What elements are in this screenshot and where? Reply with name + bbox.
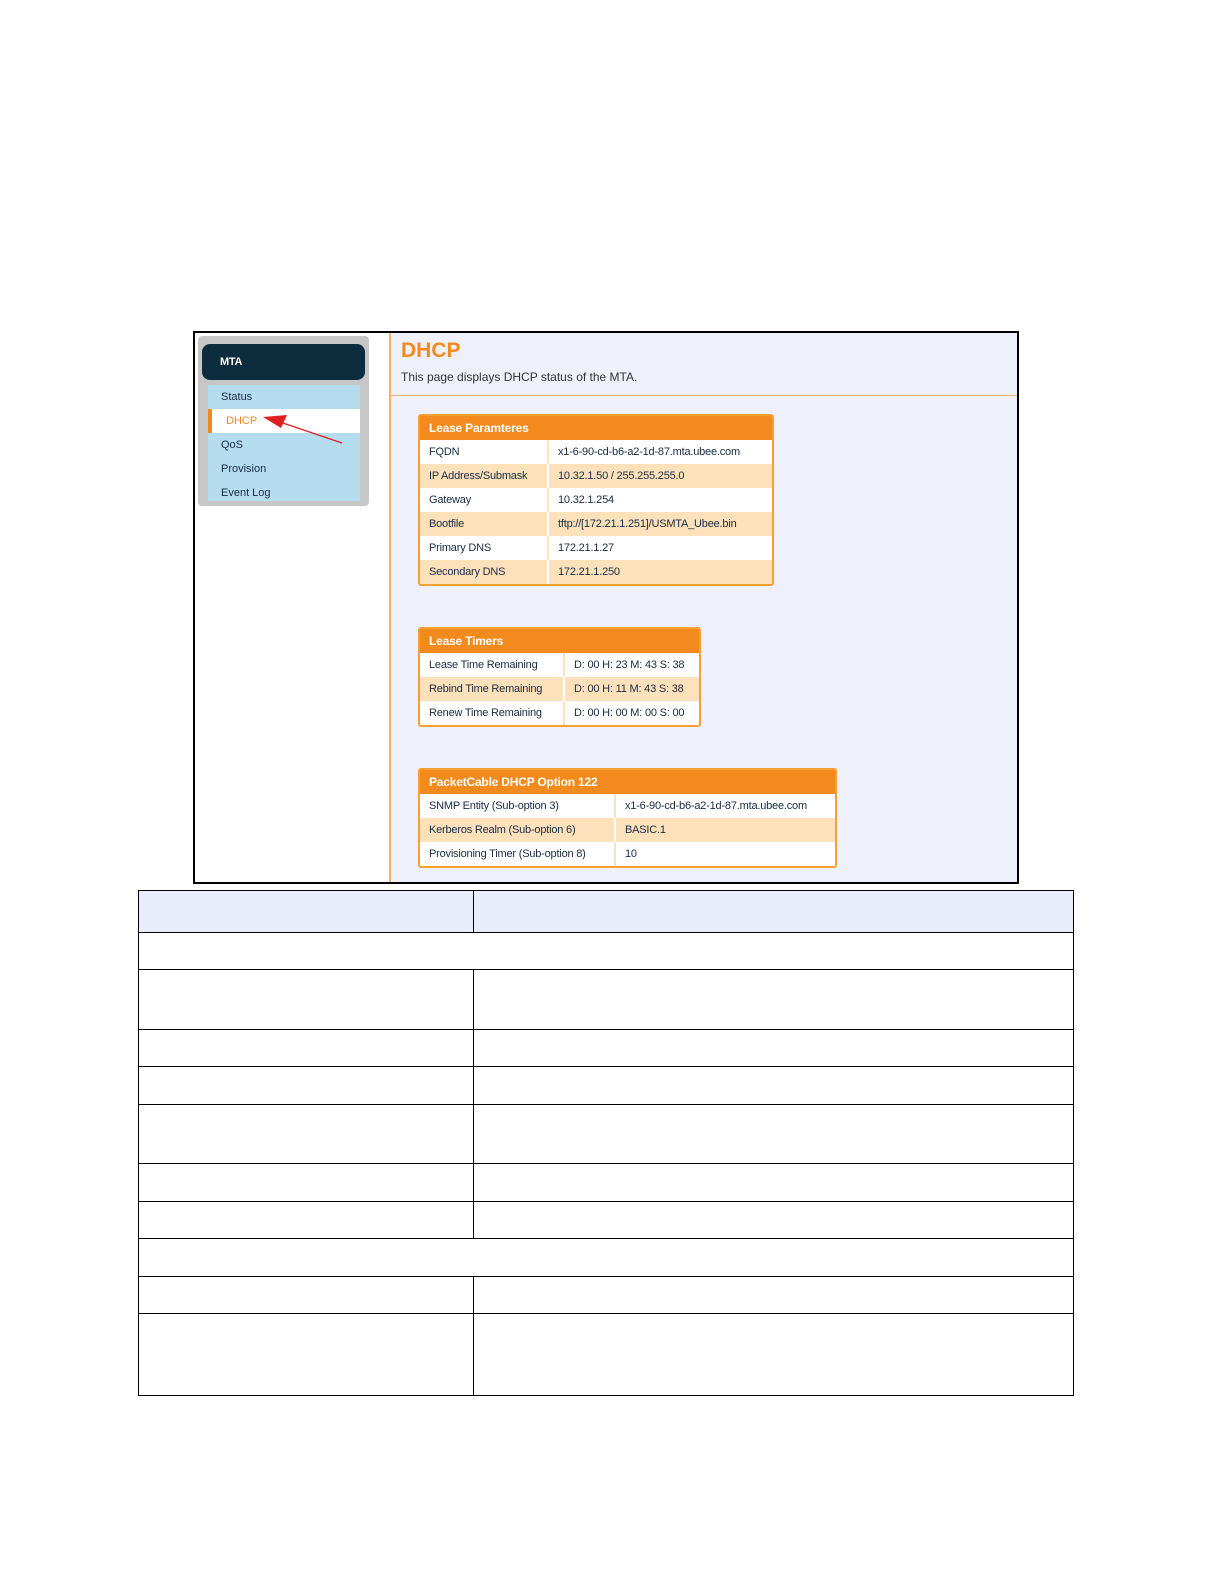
panel-title: PacketCable DHCP Option 122 [420,770,835,794]
row-value: tftp://[172.21.1.251]/USMTA_Ubee.bin [548,512,772,536]
table-row: Lease Time Remaining D: 00 H: 23 M: 43 S… [420,653,699,677]
section-cell [138,1238,1074,1277]
row-label: Gateway [420,488,549,512]
row-value: x1-6-90-cd-b6-a2-1d-87.mta.ubee.com [558,446,740,458]
row-label: Rebind Time Remaining [420,677,565,701]
panel-title: Lease Timers [420,629,699,653]
table-row [138,1066,1074,1105]
lease-timers-panel: Lease Timers Lease Time Remaining D: 00 … [418,627,701,727]
table-cell [138,1104,474,1164]
row-label: Primary DNS [420,536,549,560]
sidebar: MTA Status DHCP QoS Provision Event Log [198,336,369,506]
header-cell [473,890,1074,933]
row-label: Secondary DNS [420,560,549,584]
row-value: BASIC.1 [615,818,835,842]
row-value: D: 00 H: 11 M: 43 S: 38 [564,677,699,701]
document-table [138,890,1074,1396]
section-row [138,932,1074,970]
lease-parameters-table: FQDN x1-6-90-cd-b6-a2-1d-87.mta.ubee.com… [420,440,772,584]
table-header-row [138,890,1074,933]
packetcable-option-panel: PacketCable DHCP Option 122 SNMP Entity … [418,768,837,868]
table-row [138,1276,1074,1314]
table-row: Bootfile tftp://[172.21.1.251]/USMTA_Ube… [420,512,772,536]
table-cell [473,969,1074,1030]
sidebar-menu: Status DHCP QoS Provision Event Log [208,385,360,501]
table-cell [138,1313,474,1396]
section-row [138,1238,1074,1277]
row-value: 172.21.1.250 [548,560,772,584]
row-label: FQDN [420,440,549,464]
row-label: Kerberos Realm (Sub-option 6) [420,818,616,842]
table-row: Rebind Time Remaining D: 00 H: 11 M: 43 … [420,677,699,701]
table-row [138,1313,1074,1396]
table-cell [473,1201,1074,1239]
table-row: Secondary DNS 172.21.1.250 [420,560,772,584]
lease-timers-table: Lease Time Remaining D: 00 H: 23 M: 43 S… [420,653,699,725]
row-label: Bootfile [420,512,549,536]
table-row [138,1201,1074,1239]
table-cell [138,1066,474,1105]
panel-title: Lease Paramteres [420,416,772,440]
row-value: 172.21.1.27 [558,542,614,554]
row-label: Renew Time Remaining [420,701,565,725]
table-row [138,1163,1074,1202]
section-cell [138,932,1074,970]
sidebar-item-event-log[interactable]: Event Log [208,481,360,505]
sidebar-item-status[interactable]: Status [208,385,360,409]
lease-parameters-panel: Lease Paramteres FQDN x1-6-90-cd-b6-a2-1… [418,414,774,586]
row-label: SNMP Entity (Sub-option 3) [420,794,616,818]
row-label: IP Address/Submask [420,464,549,488]
table-cell [138,1276,474,1314]
table-row: SNMP Entity (Sub-option 3) x1-6-90-cd-b6… [420,794,835,818]
table-cell [473,1104,1074,1164]
divider [391,395,1017,396]
row-value: x1-6-90-cd-b6-a2-1d-87.mta.ubee.com [625,800,807,812]
page-title: DHCP [401,339,461,362]
row-value: 10 [625,848,637,860]
header-cell [138,890,474,933]
table-row: FQDN x1-6-90-cd-b6-a2-1d-87.mta.ubee.com [420,440,772,464]
row-value: D: 00 H: 23 M: 43 S: 38 [574,659,685,671]
table-cell [138,1029,474,1067]
row-value: 10.32.1.50 / 255.255.255.0 [548,464,772,488]
table-cell [473,1029,1074,1067]
table-row: Provisioning Timer (Sub-option 8) 10 [420,842,835,866]
table-cell [138,969,474,1030]
table-cell [473,1313,1074,1396]
table-cell [473,1066,1074,1105]
row-value: D: 00 H: 00 M: 00 S: 00 [574,707,685,719]
table-row [138,1029,1074,1067]
table-cell [138,1163,474,1202]
row-label: Lease Time Remaining [420,653,565,677]
sidebar-header: MTA [202,344,365,380]
dhcp-screenshot: MTA Status DHCP QoS Provision Event Log … [193,331,1019,884]
sidebar-item-qos[interactable]: QoS [208,433,360,457]
table-cell [473,1276,1074,1314]
table-cell [473,1163,1074,1202]
table-cell [138,1201,474,1239]
table-row: IP Address/Submask 10.32.1.50 / 255.255.… [420,464,772,488]
content-panel: DHCP This page displays DHCP status of t… [389,333,1017,882]
packetcable-option-table: SNMP Entity (Sub-option 3) x1-6-90-cd-b6… [420,794,835,866]
table-row: Primary DNS 172.21.1.27 [420,536,772,560]
sidebar-item-provision[interactable]: Provision [208,457,360,481]
table-row: Renew Time Remaining D: 00 H: 00 M: 00 S… [420,701,699,725]
table-row [138,969,1074,1030]
sidebar-item-dhcp[interactable]: DHCP [208,409,360,433]
page-description: This page displays DHCP status of the MT… [401,370,638,384]
table-row: Kerberos Realm (Sub-option 6) BASIC.1 [420,818,835,842]
row-label: Provisioning Timer (Sub-option 8) [420,842,616,866]
table-row: Gateway 10.32.1.254 [420,488,772,512]
table-row [138,1104,1074,1164]
row-value: 10.32.1.254 [558,494,614,506]
